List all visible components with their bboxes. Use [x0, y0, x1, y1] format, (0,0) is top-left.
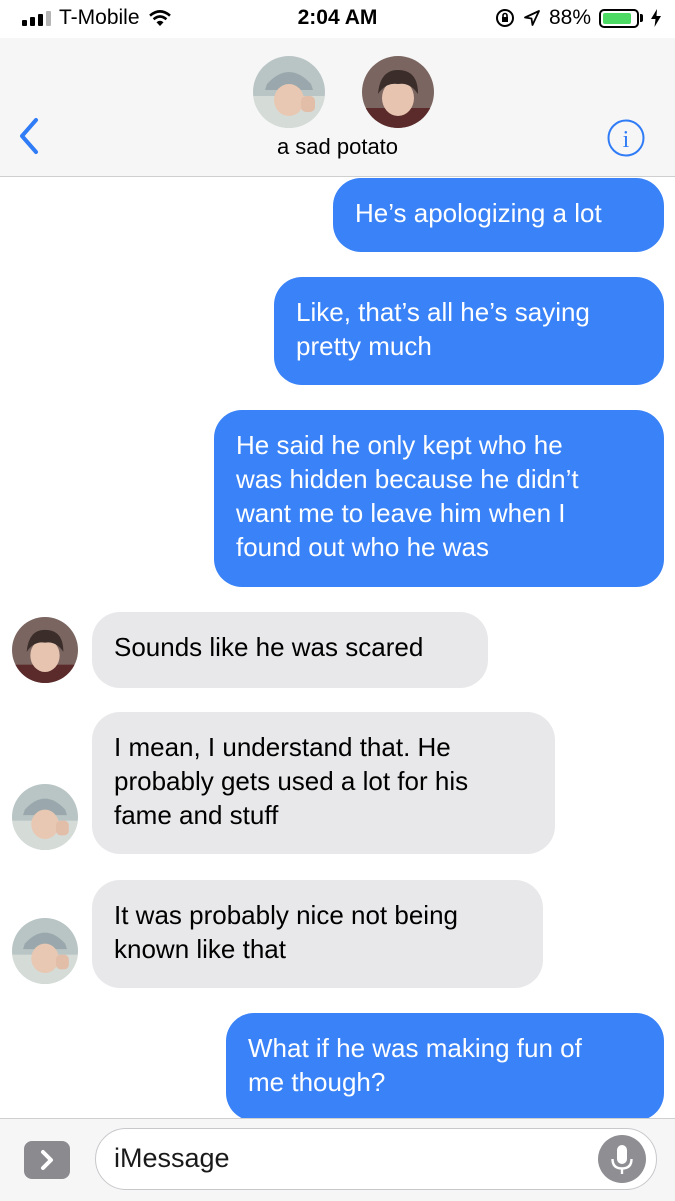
microphone-icon: [611, 1145, 633, 1174]
conversation-header: a sad potato i: [0, 38, 675, 177]
dark-hair-avatar[interactable]: [12, 617, 78, 683]
chevron-right-icon: [41, 1150, 53, 1170]
battery-fill: [603, 12, 632, 24]
compose-bar: iMessage: [0, 1118, 675, 1201]
status-bar: T-Mobile 2:04 AM 88%: [0, 0, 675, 38]
bucket-hat-avatar[interactable]: [253, 56, 325, 128]
message-bubble-sent[interactable]: What if he was making fun of me though?: [226, 1013, 664, 1121]
status-bar-right: 88%: [495, 6, 661, 30]
dark-hair-avatar[interactable]: [362, 56, 434, 128]
location-icon: [524, 10, 540, 26]
battery-percent: 88%: [548, 6, 591, 29]
svg-text:i: i: [623, 127, 630, 153]
orientation-lock-icon: [495, 9, 514, 27]
dictation-button[interactable]: [598, 1135, 646, 1183]
message-input[interactable]: iMessage: [95, 1128, 657, 1190]
message-bubble-sent[interactable]: He said he only kept who he was hidden b…: [214, 410, 664, 587]
battery-icon: [599, 8, 639, 28]
bucket-hat-avatar[interactable]: [12, 784, 78, 850]
message-bubble-sent[interactable]: He’s apologizing a lot: [333, 178, 664, 252]
info-icon[interactable]: i: [606, 118, 646, 158]
message-bubble-received[interactable]: Sounds like he was scared: [92, 612, 488, 688]
message-bubble-sent[interactable]: Like, that’s all he’s saying pretty much: [274, 277, 664, 385]
contact-name[interactable]: a sad potato: [0, 134, 675, 160]
message-bubble-received[interactable]: It was probably nice not being known lik…: [92, 880, 543, 988]
message-bubble-received[interactable]: I mean, I understand that. He probably g…: [92, 712, 555, 854]
message-input-placeholder: iMessage: [114, 1143, 230, 1173]
app-drawer-button[interactable]: [24, 1141, 70, 1179]
bucket-hat-avatar[interactable]: [12, 918, 78, 984]
charging-bolt-icon: [651, 9, 661, 27]
